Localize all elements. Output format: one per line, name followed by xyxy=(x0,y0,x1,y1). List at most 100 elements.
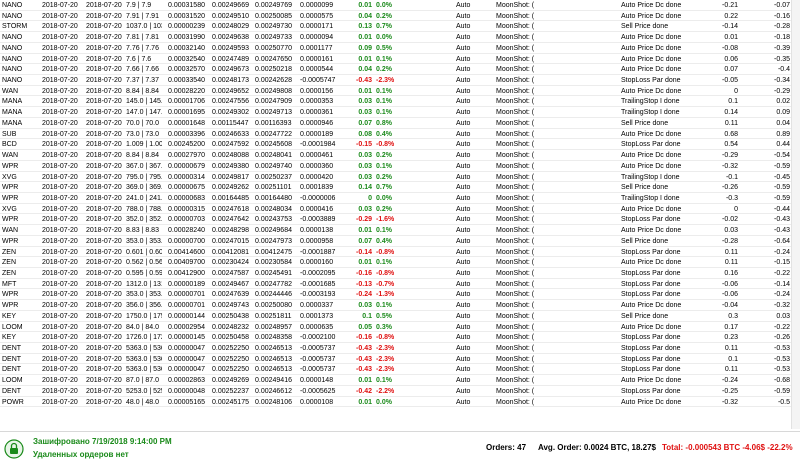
price-cell: 0.00000047 xyxy=(168,345,205,352)
table-row[interactable]: SUB 2018-07-20 2018-07-20 73.0 | 73.0 0.0000… xyxy=(0,129,800,140)
table-row[interactable]: DENT 2018-07-20 2018-07-20 5253.0 | 525 0.00… xyxy=(0,386,800,397)
table-row[interactable]: WPR 2018-07-20 2018-07-20 367.0 | 367.0 0.00… xyxy=(0,161,800,172)
profit-btc-cell: -0.0002100 xyxy=(300,334,336,342)
profit-usd-cell: -0.43 xyxy=(356,366,372,374)
table-row[interactable]: WPR 2018-07-20 2018-07-20 356.0 | 356.0 0.00… xyxy=(0,300,800,311)
profit-usd-cell: 0.01 xyxy=(358,377,372,385)
profit-btc-cell: 0.0000094 xyxy=(300,34,334,42)
close-date-cell: 2018-07-20 xyxy=(86,2,122,9)
table-row[interactable]: NANO 2018-07-20 2018-07-20 7.66 | 7.66 0.000… xyxy=(0,64,800,76)
strategy-cell: MoonShot: ( xyxy=(496,377,535,385)
strategy-cell: MoonShot: ( xyxy=(496,269,535,277)
open-date-cell: 2018-07-20 xyxy=(42,23,78,31)
profit-percent-cell: 0.0% xyxy=(376,398,392,406)
change-2-cell: -0.39 xyxy=(774,44,790,52)
buy-total-cell: 0.00248232 xyxy=(212,323,249,331)
table-row[interactable]: LOOM 2018-07-20 2018-07-20 84.0 | 84.0 0.000… xyxy=(0,322,800,333)
change-1-cell: -0.26 xyxy=(722,184,738,192)
buy-total-cell: 0.00115447 xyxy=(212,119,249,127)
sell-total-cell: 0.00249684 xyxy=(255,227,292,235)
table-row[interactable]: WAN 2018-07-20 2018-07-20 8.84 | 8.84 0.0002… xyxy=(0,86,800,97)
price-cell: 0.00000679 xyxy=(168,162,205,170)
open-date-cell: 2018-07-20 xyxy=(42,345,78,352)
change-2-cell: 0.04 xyxy=(776,119,790,127)
table-row[interactable]: ZEN 2018-07-20 2018-07-20 0.562 | 0.562 0.00… xyxy=(0,257,800,268)
table-row[interactable]: DENT 2018-07-20 2018-07-20 5363.0 | 536 0.00… xyxy=(0,343,800,354)
table-row[interactable]: DENT 2018-07-20 2018-07-20 5363.0 | 536 0.00… xyxy=(0,354,800,365)
sell-total-cell: 0.00246612 xyxy=(255,387,292,395)
change-1-cell: 0.14 xyxy=(724,109,738,117)
table-row[interactable]: NANO 2018-07-20 2018-07-20 7.6 | 7.6 0.00032… xyxy=(0,54,800,65)
table-row[interactable]: MANA 2018-07-20 2018-07-20 145.0 | 145.0 0.0… xyxy=(0,96,800,108)
table-row[interactable]: NANO 2018-07-20 2018-07-20 7.76 | 7.76 0.000… xyxy=(0,43,800,54)
profit-btc-cell: 0.0001177 xyxy=(300,44,333,52)
table-row[interactable]: ZEN 2018-07-20 2018-07-20 0.601 | 0.601 0.00… xyxy=(0,247,800,258)
table-row[interactable]: MFT 2018-07-20 2018-07-20 1312.0 | 131 0.000… xyxy=(0,279,800,290)
change-2-cell: -0.24 xyxy=(774,248,790,256)
profit-usd-cell: 0.14 xyxy=(358,184,372,192)
sell-total-cell: 0.00250085 xyxy=(255,12,292,20)
profit-btc-cell: 0.0000946 xyxy=(300,119,334,127)
table-row[interactable]: NANO 2018-07-20 2018-07-20 7.9 | 7.9 0.00031… xyxy=(0,0,800,11)
table-row[interactable]: POWR 2018-07-20 2018-07-20 48.0 | 48.0 0.000… xyxy=(0,397,800,408)
profit-percent-cell: 0.2% xyxy=(376,205,392,213)
sell-total-cell: 0.00412475 xyxy=(255,248,292,256)
table-row[interactable]: WPR 2018-07-20 2018-07-20 241.0 | 241.0 0.00… xyxy=(0,193,800,204)
open-date-cell: 2018-07-20 xyxy=(42,377,78,385)
table-row[interactable]: WAN 2018-07-20 2018-07-20 8.83 | 8.83 0.0002… xyxy=(0,225,800,236)
mode-cell: Auto xyxy=(456,345,471,352)
table-row[interactable]: KEY 2018-07-20 2018-07-20 1726.0 | 172 0.000… xyxy=(0,332,800,343)
table-row[interactable]: NANO 2018-07-20 2018-07-20 7.37 | 7.37 0.000… xyxy=(0,75,800,86)
table-row[interactable]: LOOM 2018-07-20 2018-07-20 87.0 | 87.0 0.000… xyxy=(0,375,800,386)
mode-cell: Auto xyxy=(456,2,471,9)
vertical-scrollbar[interactable] xyxy=(791,0,800,429)
table-row[interactable]: ZEN 2018-07-20 2018-07-20 0.595 | 0.595 0.00… xyxy=(0,268,800,279)
buy-total-cell: 0.00247618 xyxy=(212,205,249,213)
profit-btc-cell: 0.0000099 xyxy=(300,2,334,9)
profit-percent-cell: -2.3% xyxy=(376,355,395,363)
sell-total-cell: 0.00248034 xyxy=(255,205,292,213)
coin-cell: WPR xyxy=(2,162,19,170)
table-row[interactable]: DENT 2018-07-20 2018-07-20 5363.0 | 536 0.00… xyxy=(0,364,800,376)
change-1-cell: 0.06 xyxy=(724,55,738,63)
open-date-cell: 2018-07-20 xyxy=(42,302,78,310)
strategy-cell: MoonShot: ( xyxy=(496,141,535,149)
mode-cell: Auto xyxy=(456,259,471,267)
mode-cell: Auto xyxy=(456,312,471,320)
table-row[interactable]: STORM 2018-07-20 2018-07-20 1037.0 | 103 0.0… xyxy=(0,21,800,33)
quantity-cell: 1726.0 | 172 xyxy=(126,334,162,342)
strategy-cell: MoonShot: ( xyxy=(496,66,535,74)
profit-btc-cell: -0.0002095 xyxy=(300,269,336,277)
table-row[interactable]: MANA 2018-07-20 2018-07-20 70.0 | 70.0 0.000… xyxy=(0,118,800,129)
table-row[interactable]: NANO 2018-07-20 2018-07-20 7.81 | 7.81 0.000… xyxy=(0,32,800,43)
table-row[interactable]: WPR 2018-07-20 2018-07-20 369.0 | 369.0 0.00… xyxy=(0,182,800,193)
close-date-cell: 2018-07-20 xyxy=(86,345,122,352)
buy-total-cell: 0.00248173 xyxy=(212,77,249,85)
change-1-cell: 0.11 xyxy=(724,345,738,352)
table-row[interactable]: XVG 2018-07-20 2018-07-20 788.0 | 788.0 0.00… xyxy=(0,204,800,215)
price-cell: 0.00028240 xyxy=(168,227,205,235)
quantity-cell: 0.601 | 0.601 xyxy=(126,248,162,256)
profit-btc-cell: 0.0001839 xyxy=(300,184,334,192)
table-row[interactable]: WAN 2018-07-20 2018-07-20 8.84 | 8.84 0.0002… xyxy=(0,150,800,161)
price-cell: 0.00000701 xyxy=(168,302,205,310)
open-date-cell: 2018-07-20 xyxy=(42,387,78,395)
sell-total-cell: 0.00246513 xyxy=(255,355,292,363)
table-row[interactable]: MANA 2018-07-20 2018-07-20 147.0 | 147.0 0.0… xyxy=(0,107,800,118)
profit-btc-cell: 0.0000171 xyxy=(300,23,334,31)
strategy-cell: MoonShot: ( xyxy=(496,387,535,395)
table-row[interactable]: BCD 2018-07-20 2018-07-20 1.009 | 1.009 0.00… xyxy=(0,139,800,151)
strategy-cell: MoonShot: ( xyxy=(496,280,535,288)
table-row[interactable]: WPR 2018-07-20 2018-07-20 353.0 | 353.0 0.00… xyxy=(0,236,800,247)
profit-percent-cell: 0.5% xyxy=(376,44,392,52)
table-row[interactable]: WPR 2018-07-20 2018-07-20 352.0 | 352.0 0.00… xyxy=(0,214,800,226)
profit-percent-cell: 0.1% xyxy=(376,87,392,95)
table-row[interactable]: KEY 2018-07-20 2018-07-20 1750.0 | 175 0.000… xyxy=(0,311,800,322)
profit-percent-cell: 0.2% xyxy=(376,12,392,20)
table-row[interactable]: NANO 2018-07-20 2018-07-20 7.91 | 7.91 0.000… xyxy=(0,11,800,22)
profit-btc-cell: -0.0000006 xyxy=(300,194,336,202)
table-row[interactable]: XVG 2018-07-20 2018-07-20 795.0 | 795.0 0.00… xyxy=(0,172,800,183)
table-row[interactable]: WPR 2018-07-20 2018-07-20 353.0 | 353.0 0.00… xyxy=(0,289,800,301)
close-date-cell: 2018-07-20 xyxy=(86,387,122,395)
coin-cell: NANO xyxy=(2,44,23,52)
